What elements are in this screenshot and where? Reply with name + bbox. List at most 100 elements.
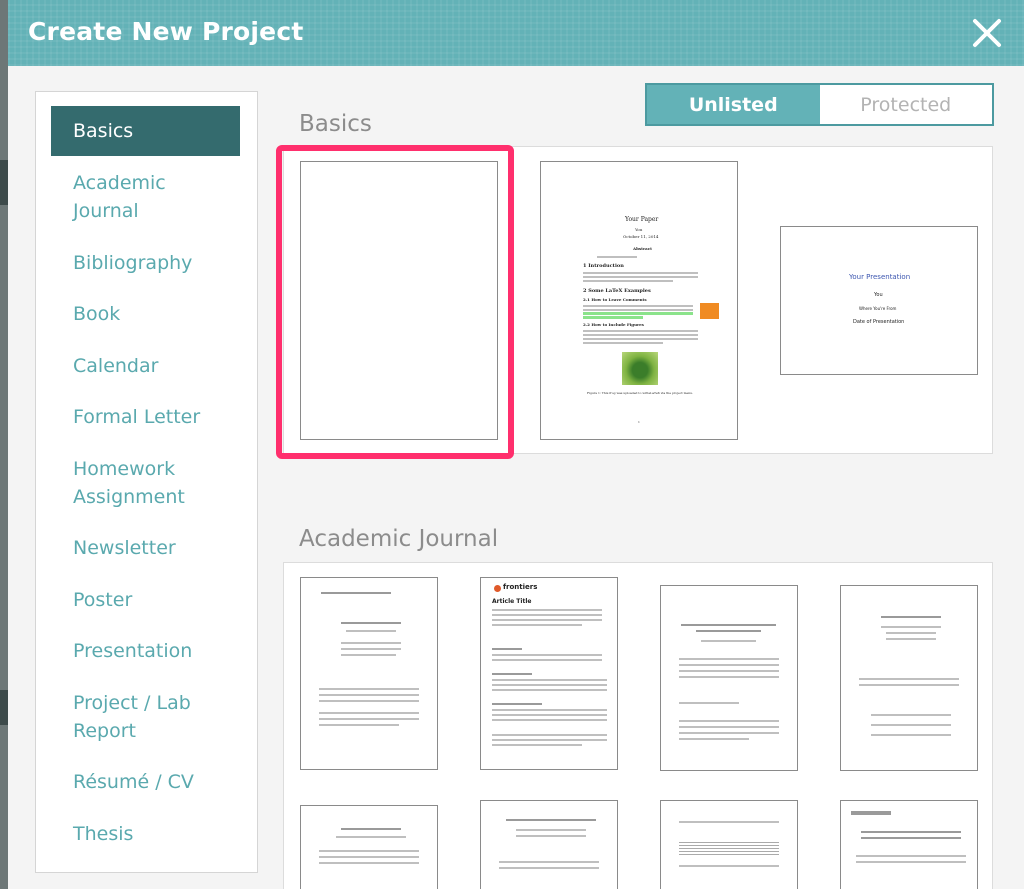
sidebar-item-presentation[interactable]: Presentation <box>51 637 240 665</box>
unlisted-option[interactable]: Unlisted <box>647 85 820 124</box>
journal-title-line <box>341 622 401 624</box>
sidebar-item-newsletter[interactable]: Newsletter <box>51 534 240 562</box>
paper-text-line <box>583 305 693 307</box>
journal-text-line <box>679 732 779 734</box>
section-title-basics: Basics <box>299 111 372 137</box>
journal-text-line <box>516 835 586 837</box>
sidebar-item-basics[interactable]: Basics <box>51 106 240 156</box>
journal-text-line <box>856 855 966 857</box>
close-icon[interactable] <box>970 16 1004 50</box>
paper-subsection-2: 2.2 How to Include Figures <box>583 322 644 327</box>
paper-text-line <box>583 272 698 274</box>
journal-text-line <box>679 865 779 867</box>
sidebar-item-label: Report <box>73 720 136 742</box>
journal-header-line <box>321 592 391 594</box>
paper-subsection-1: 2.1 How to Leave Comments <box>583 297 647 302</box>
paper-page-number: 1 <box>638 420 640 424</box>
modal-header: Create New Project <box>8 0 1024 66</box>
paper-text-line <box>597 256 637 258</box>
journal-title-line <box>681 624 776 626</box>
sidebar-item-label: Formal Letter <box>73 406 201 428</box>
paper-author: You <box>635 227 643 232</box>
paper-figure-caption: Figure 1: This frog was uploaded to writ… <box>587 391 694 395</box>
journal-title-line <box>881 616 941 618</box>
journal-text-line <box>492 624 582 626</box>
sidebar-item-label: Bibliography <box>73 252 193 274</box>
journal-text-line <box>319 856 419 858</box>
journal-text-line <box>341 648 401 650</box>
paper-title: Your Paper <box>625 216 659 223</box>
journal-text-line <box>319 724 399 726</box>
template-journal-5[interactable] <box>300 805 438 889</box>
paper-text-line <box>583 338 698 340</box>
journal-text-line <box>679 676 779 678</box>
paper-text-line <box>583 309 693 311</box>
paper-comment-highlight <box>583 312 693 315</box>
journal-text-line <box>319 862 419 864</box>
template-journal-frontiers[interactable]: frontiers Article Title <box>480 577 618 770</box>
journal-title-line <box>341 828 401 830</box>
sidebar-item-label: Presentation <box>73 640 193 662</box>
journal-text-line <box>492 719 607 721</box>
journal-text-line <box>492 709 607 711</box>
sidebar-item-book[interactable]: Book <box>51 300 240 328</box>
sidebar-item-homework-assignment[interactable]: Homework Assignment <box>51 455 240 511</box>
frontiers-article-title: Article Title <box>492 598 532 605</box>
journal-text-line <box>492 679 607 681</box>
sidebar-item-label: Assignment <box>73 486 185 508</box>
journal-text-line <box>492 654 602 656</box>
protected-option[interactable]: Protected <box>819 85 992 124</box>
sidebar-item-academic-journal[interactable]: Academic Journal <box>51 169 240 225</box>
sidebar-item-project-lab-report[interactable]: Project / Lab Report <box>51 689 240 745</box>
journal-table <box>679 841 779 855</box>
template-journal-8[interactable] <box>840 800 978 889</box>
journal-text-line <box>679 738 749 740</box>
paper-date: October 11, 2014 <box>623 234 659 239</box>
template-paper[interactable]: Your Paper You October 11, 2014 Abstract… <box>540 161 738 440</box>
journal-text-line <box>492 734 607 736</box>
create-project-modal: Create New Project Basics Academic Journa… <box>8 0 1024 889</box>
journal-text-line <box>886 638 936 640</box>
journal-text-line <box>319 694 419 696</box>
sidebar-item-label: Homework <box>73 458 176 480</box>
sidebar-item-thesis[interactable]: Thesis <box>51 820 240 848</box>
frontiers-brand: frontiers <box>503 583 538 591</box>
modal-title: Create New Project <box>28 17 304 46</box>
sidebar-item-resume-cv[interactable]: Résumé / CV <box>51 768 240 796</box>
journal-text-line <box>492 684 607 686</box>
journal-equation-line <box>871 734 951 736</box>
paper-comment-note <box>700 303 719 319</box>
template-category-sidebar: Basics Academic Journal Bibliography Book… <box>35 91 258 873</box>
sidebar-item-bibliography[interactable]: Bibliography <box>51 249 240 277</box>
sidebar-item-poster[interactable]: Poster <box>51 586 240 614</box>
template-journal-7[interactable] <box>660 800 798 889</box>
sidebar-item-label: Journal <box>73 200 139 222</box>
journal-text-line <box>319 850 419 852</box>
paper-text-line <box>583 276 698 278</box>
journal-text-line <box>679 658 779 660</box>
journal-text-line <box>859 684 959 686</box>
journal-heading-line <box>492 648 522 650</box>
template-journal-6[interactable] <box>480 800 618 889</box>
sidebar-item-calendar[interactable]: Calendar <box>51 352 240 380</box>
sidebar-item-label: Thesis <box>73 823 134 845</box>
frontiers-logo-icon <box>494 585 501 592</box>
journal-text-line <box>499 861 599 863</box>
section-title-academic-journal: Academic Journal <box>299 526 499 552</box>
template-journal-1[interactable] <box>300 577 438 770</box>
journal-text-line <box>881 626 941 628</box>
paper-text-line <box>583 280 673 282</box>
template-journal-4[interactable] <box>840 585 978 771</box>
journal-title-line <box>696 630 761 632</box>
journal-text-line <box>319 700 419 702</box>
journal-text-line <box>516 829 586 831</box>
template-presentation[interactable]: Your Presentation You Where You're From … <box>780 226 978 375</box>
journal-text-line <box>319 712 419 714</box>
sidebar-item-formal-letter[interactable]: Formal Letter <box>51 403 240 431</box>
paper-text-line <box>583 342 663 344</box>
template-journal-3[interactable] <box>660 585 798 771</box>
journal-text-line <box>492 614 602 616</box>
journal-text-line <box>679 702 739 704</box>
journal-text-line <box>856 861 966 863</box>
frog-image <box>622 352 658 385</box>
